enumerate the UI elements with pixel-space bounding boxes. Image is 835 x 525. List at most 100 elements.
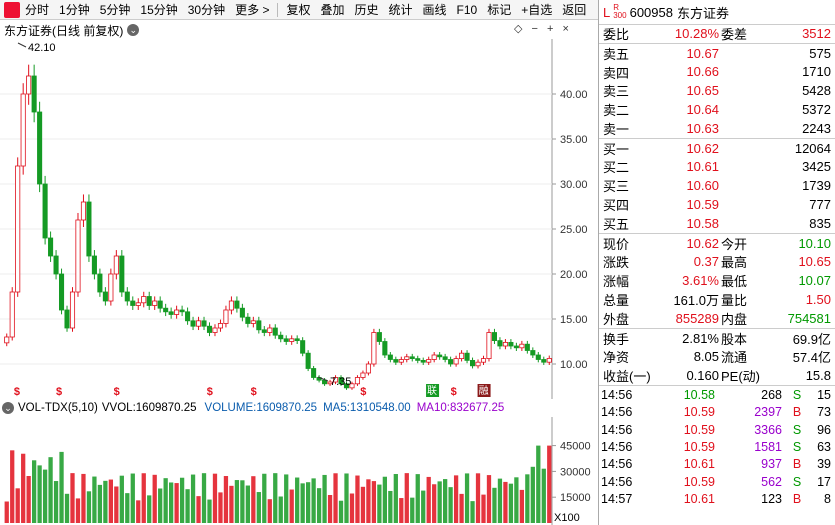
tick-volume: 562 (761, 474, 782, 489)
chevron-down-icon[interactable]: ⌄ (127, 24, 140, 36)
volume-bar (92, 476, 97, 523)
candle-body (201, 320, 207, 327)
draw-button[interactable]: 画线 (418, 0, 452, 20)
volume-bar (174, 483, 179, 523)
volume-bar (311, 478, 316, 523)
candle-body (267, 327, 273, 333)
volume-bar (525, 474, 530, 523)
period-toolbar: 分时 1分钟 5分钟 15分钟 30分钟 更多 > 复权 叠加 历史 统计 画线… (0, 0, 598, 20)
volume-value: 1609870.25 (256, 402, 318, 414)
candle-body (480, 358, 487, 363)
candle-body (376, 332, 382, 342)
tab-5min[interactable]: 5分钟 (95, 0, 136, 20)
ask-level-label: 卖二 (603, 103, 630, 119)
tick-list[interactable]: 14:56 10.58 268 S 15 14:56 10.59 2397 B 7… (599, 386, 835, 508)
bid-level-label: 买一 (603, 141, 630, 157)
tab-30min[interactable]: 30分钟 (183, 0, 230, 20)
candle-body (300, 340, 306, 354)
candle-body (546, 358, 552, 363)
candle-body (228, 300, 234, 311)
tick-volume: 3366 (754, 422, 782, 437)
candle-body (409, 356, 415, 359)
vvol-label: VVOL:1609870.25 (101, 402, 197, 414)
volume-axis: 45000 30000 15000 (552, 441, 591, 504)
volume-bar (481, 494, 486, 523)
tick-count: 15 (817, 387, 831, 402)
overlay-button[interactable]: 叠加 (315, 0, 349, 20)
f10-button[interactable]: F10 (452, 0, 483, 20)
app-icon[interactable] (4, 1, 20, 18)
close-icon[interactable]: × (563, 23, 569, 35)
minus-icon[interactable]: − (532, 23, 538, 35)
bid-volume: 1739 (802, 178, 831, 194)
tick-volume: 1581 (754, 440, 782, 454)
volume-bar (289, 489, 294, 523)
stat-label: 现价 (603, 236, 630, 252)
tick-side: S (792, 387, 802, 402)
candle-body (75, 219, 81, 293)
back-button[interactable]: 返回 (557, 0, 591, 20)
ask-price: 10.65 (686, 83, 719, 99)
diamond-icon[interactable]: ◇ (514, 23, 522, 35)
high-price-label: 42.10 (28, 42, 56, 54)
volume-bar (190, 474, 196, 523)
divider (277, 2, 279, 17)
fund-label: 流通 (721, 350, 748, 366)
bid-price: 10.59 (686, 197, 719, 213)
volume-bar (366, 479, 371, 523)
candle-body (130, 300, 136, 306)
volume-bar (306, 482, 311, 523)
tick-time: 14:57 (601, 492, 633, 507)
weibi-value: 10.28% (674, 26, 719, 42)
stock-name: 东方证券 (676, 5, 729, 21)
bid-book: 买一 10.62 12064 买二 10.61 3425 买三 10.60 1739… (599, 139, 835, 234)
volume-bar (273, 473, 278, 523)
ask-level-label: 卖三 (603, 84, 630, 100)
volume-bar (300, 483, 305, 523)
add-watchlist-button[interactable]: +自选 (516, 0, 557, 20)
candle-body (354, 377, 361, 385)
volume-bar (59, 451, 64, 523)
ask-level-label: 卖一 (603, 121, 630, 137)
volume-bar (410, 497, 415, 523)
volume-bar (278, 496, 283, 523)
event-markers: $ $ $ $ $ $ 联 $ 融 (14, 384, 491, 398)
mark-button[interactable]: 标记 (482, 0, 516, 20)
stat-label: 涨跌 (603, 255, 630, 271)
history-button[interactable]: 历史 (349, 0, 383, 20)
tab-timeshare[interactable]: 分时 (20, 0, 54, 20)
chart-title: 东方证券(日线 前复权) (4, 23, 124, 38)
chevron-down-icon[interactable]: ⌄ (2, 402, 14, 414)
fuquan-button[interactable]: 复权 (281, 0, 315, 20)
tick-price: 10.59 (683, 405, 715, 420)
kline-chart[interactable]: 40.0035.0030.0025.0020.0015.0010.00 $ $ $ $… (0, 39, 598, 399)
volume-chart[interactable]: 45000 30000 15000 X100 (0, 417, 598, 525)
volume-bar (404, 473, 409, 523)
candle-body (442, 356, 448, 360)
candle-body (261, 329, 267, 333)
fundamental-row: 收益(一) 0.160 PE(动) 15.8 (599, 366, 835, 385)
fund-value: 0.160 (686, 368, 719, 384)
candle-body (530, 350, 536, 356)
tab-1min[interactable]: 1分钟 (54, 0, 95, 20)
volume-bar (267, 499, 272, 523)
candle-body (541, 359, 547, 363)
tab-15min[interactable]: 15分钟 (135, 0, 182, 20)
low-price-label: 7.35 (330, 376, 351, 388)
dividend-marker: $ (251, 386, 257, 398)
volume-bar (179, 477, 185, 523)
candle-body (464, 352, 470, 361)
volume-bar (196, 496, 201, 523)
stats-button[interactable]: 统计 (384, 0, 418, 20)
volume-bar (147, 495, 152, 523)
volume-bar (262, 473, 267, 523)
tab-more[interactable]: 更多 > (230, 0, 274, 20)
candle-body (59, 273, 65, 311)
ask-level-label: 卖五 (603, 46, 630, 62)
fundamentals: 换手 2.81% 股本 69.9亿 净资 8.05 流通 57.4亿 收益(一) 0… (599, 329, 835, 387)
candle-body (168, 311, 174, 315)
tick-time: 14:56 (601, 422, 633, 437)
candle-body (404, 356, 410, 360)
plus-icon[interactable]: + (547, 23, 553, 35)
stat-value: 754581 (787, 310, 831, 326)
